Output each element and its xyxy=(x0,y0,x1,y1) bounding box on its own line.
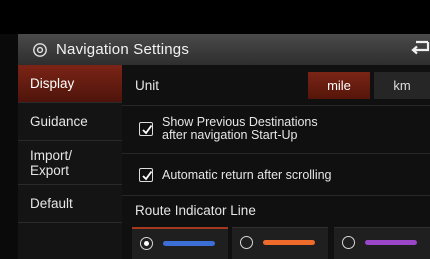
sidebar-item-import-export[interactable]: Import/ Export xyxy=(18,141,122,185)
label-line-1: Show Previous Destinations xyxy=(162,115,318,129)
sidebar-item-label: Display xyxy=(30,76,75,91)
radio-button[interactable] xyxy=(342,236,355,249)
route-line-blue xyxy=(163,241,215,246)
title-bar: Navigation Settings xyxy=(18,34,430,65)
settings-sidebar: Display Guidance Import/ Export Default xyxy=(18,65,122,259)
sidebar-item-default[interactable]: Default xyxy=(18,185,122,223)
top-black-bar xyxy=(0,0,430,34)
sidebar-item-guidance[interactable]: Guidance xyxy=(18,103,122,141)
label-line-1: Import/ xyxy=(30,147,73,163)
automatic-return-label: Automatic return after scrolling xyxy=(162,168,332,182)
unit-mile-label: mile xyxy=(327,78,351,93)
automatic-return-checkbox[interactable] xyxy=(139,168,153,182)
unit-label: Unit xyxy=(135,78,160,93)
route-line-orange xyxy=(263,240,315,245)
checkmark-icon xyxy=(142,170,153,181)
show-previous-destinations-option[interactable]: Show Previous Destinations after navigat… xyxy=(122,106,430,154)
route-color-purple-option[interactable] xyxy=(334,227,430,259)
page-title: Navigation Settings xyxy=(56,41,190,58)
display-settings-panel: Unit mile km Show Previous Destinations … xyxy=(122,65,430,259)
unit-km-button[interactable]: km xyxy=(374,72,430,99)
route-color-blue-option[interactable] xyxy=(132,227,228,259)
show-previous-checkbox[interactable] xyxy=(139,122,153,136)
sidebar-item-label: Guidance xyxy=(30,114,88,129)
unit-mile-button[interactable]: mile xyxy=(308,72,370,99)
checkmark-icon xyxy=(142,124,153,135)
back-button[interactable] xyxy=(402,34,430,65)
radio-selected-dot xyxy=(143,240,149,246)
route-color-orange-option[interactable] xyxy=(232,227,328,259)
sidebar-item-label: Import/ Export xyxy=(30,148,72,178)
sidebar-item-display[interactable]: Display xyxy=(18,65,122,103)
sidebar-item-label: Default xyxy=(30,196,73,211)
radio-button[interactable] xyxy=(240,236,253,249)
automatic-return-option[interactable]: Automatic return after scrolling xyxy=(122,154,430,196)
back-arrow-icon xyxy=(408,39,430,60)
show-previous-label: Show Previous Destinations after navigat… xyxy=(162,116,318,142)
gear-icon xyxy=(32,42,48,58)
route-indicator-label: Route Indicator Line xyxy=(135,203,256,218)
unit-km-label: km xyxy=(393,78,411,93)
unit-row: Unit mile km xyxy=(122,65,430,106)
label-line-2: after navigation Start-Up xyxy=(162,128,298,142)
radio-button[interactable] xyxy=(140,237,153,250)
label-line-2: Export xyxy=(30,162,70,178)
route-line-purple xyxy=(365,240,417,245)
